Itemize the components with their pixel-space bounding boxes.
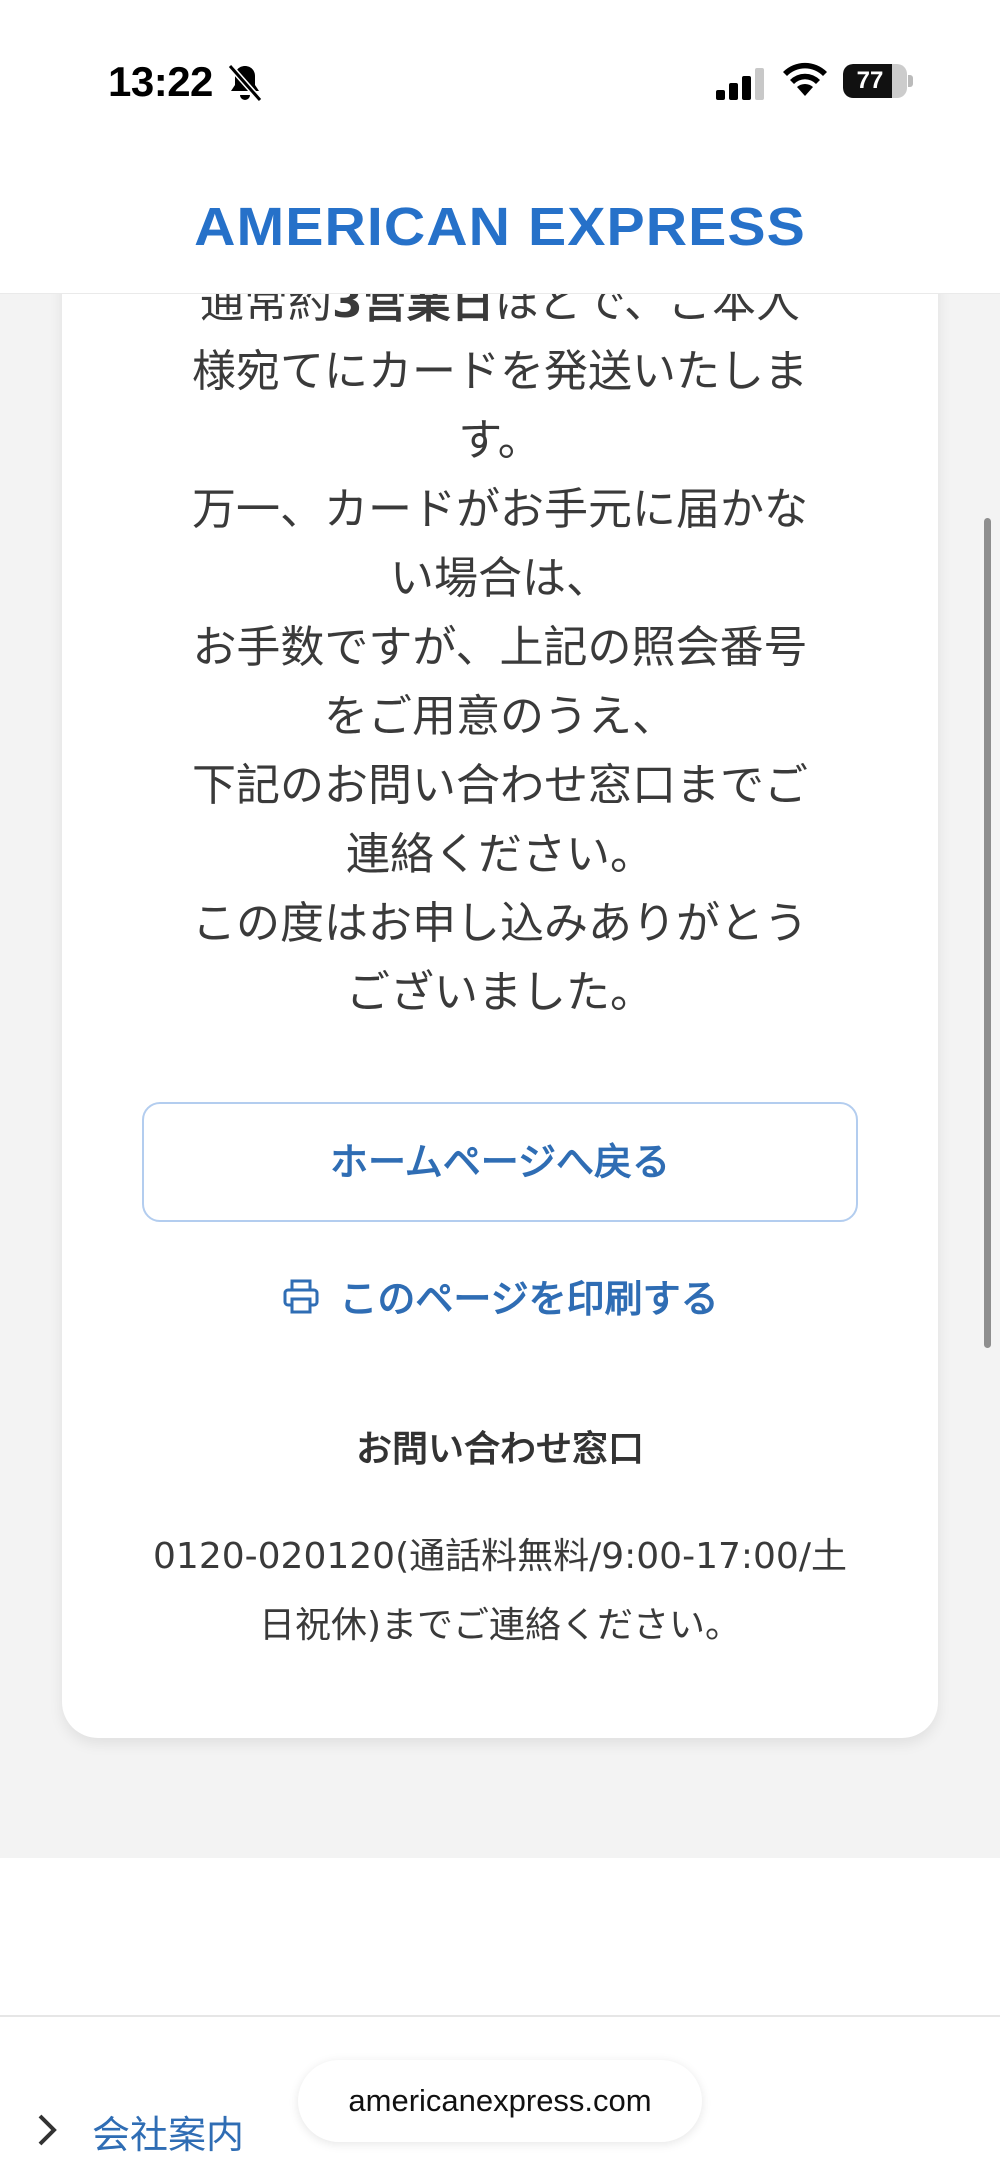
message-line: 万一、カードがお手元に届かな xyxy=(192,484,808,535)
brand-header: AMERICAN EXPRESS xyxy=(0,150,1000,294)
printer-icon xyxy=(283,1279,319,1313)
contact-line: 0120-020120(通話料無料/9:00-17:00/土 xyxy=(153,1536,847,1577)
battery-icon: 77 xyxy=(843,64,913,98)
contact-line: 日祝休)までご連絡ください。 xyxy=(258,1605,742,1646)
company-info-link[interactable]: 会社案内 xyxy=(92,2104,244,2159)
confirmation-message: 通常約3営業日ほどで、ご本人 様宛てにカードを発送いたしま す。 万一、カードが… xyxy=(62,268,938,1027)
bell-off-icon xyxy=(227,64,263,102)
address-bar[interactable]: americanexpress.com xyxy=(298,2060,702,2142)
signal-icon xyxy=(716,68,764,100)
wifi-icon xyxy=(783,62,827,96)
footer-divider xyxy=(0,2015,1000,2017)
confirmation-card: 通常約3営業日ほどで、ご本人 様宛てにカードを発送いたしま す。 万一、カードが… xyxy=(62,150,938,1738)
contact-detail: 0120-020120(通話料無料/9:00-17:00/土 日祝休)までご連絡… xyxy=(62,1522,938,1660)
message-line: い場合は、 xyxy=(390,553,610,604)
contact-title: お問い合わせ窓口 xyxy=(355,1429,644,1470)
message-line: をご用意のうえ、 xyxy=(324,691,676,742)
message-line: す。 xyxy=(458,415,542,466)
battery-level: 77 xyxy=(856,67,884,94)
message-line: 下記のお問い合わせ窓口までご xyxy=(192,760,808,811)
message-line: 連絡ください。 xyxy=(346,829,654,880)
message-line: ございました。 xyxy=(346,967,654,1018)
amex-logo[interactable]: AMERICAN EXPRESS xyxy=(0,196,1000,258)
message-line: 様宛てにカードを発送いたしま xyxy=(192,346,808,397)
scrollbar[interactable] xyxy=(984,518,991,1348)
status-time: 13:22 xyxy=(108,58,213,105)
print-page-link[interactable]: このページを印刷する xyxy=(62,1268,938,1338)
status-bar: 13:22 77 xyxy=(0,0,1000,150)
message-line: お手数ですが、上記の照会番号 xyxy=(192,622,808,673)
print-link-label: このページを印刷する xyxy=(339,1277,719,1321)
back-to-homepage-button[interactable]: ホームページへ戻る xyxy=(142,1102,858,1222)
message-line: この度はお申し込みありがとう xyxy=(192,898,808,949)
chevron-right-icon xyxy=(38,2114,57,2146)
